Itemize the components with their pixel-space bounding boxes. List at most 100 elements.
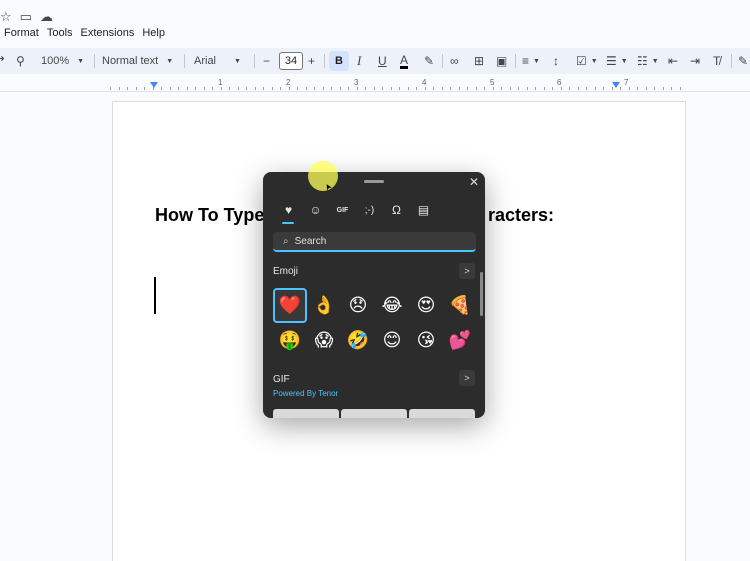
emoji-two-hearts[interactable]: 💕 (443, 323, 477, 358)
ruler-tick (144, 87, 145, 90)
gif-thumbnail[interactable] (273, 409, 339, 418)
increase-font-size-button[interactable]: + (308, 48, 315, 74)
ruler-tick (645, 87, 647, 90)
align-button[interactable]: ≡ ▼ (522, 48, 540, 74)
gif-thumbnail[interactable] (409, 409, 475, 418)
font-select[interactable]: Arial ▼ (194, 48, 241, 74)
emoji-rofl[interactable]: 🤣 (341, 323, 375, 358)
ruler-tick (271, 87, 273, 90)
bold-button[interactable]: B (329, 48, 349, 74)
emoji-money-mouth[interactable]: 🤑 (273, 323, 307, 358)
ruler-tick (611, 87, 613, 90)
ruler-tick (212, 87, 213, 90)
ruler[interactable]: 1 2 3 4 5 6 7 (110, 78, 690, 92)
ruler-tick (169, 87, 171, 90)
decrease-indent-button[interactable]: ⇤ (668, 48, 678, 74)
clear-formatting-button[interactable]: T̸ (713, 48, 720, 74)
ruler-tick (135, 87, 137, 90)
zoom-select[interactable]: 100% ▼ (41, 48, 84, 74)
star-icon[interactable]: ☆ (0, 8, 12, 26)
ruler-number: 6 (557, 78, 562, 87)
ruler-number: 1 (218, 78, 223, 87)
menu-format[interactable]: Format (0, 25, 43, 43)
folder-icon[interactable]: ▭ (20, 8, 32, 26)
emoji-pizza[interactable]: 🍕 (443, 288, 477, 323)
document-heading-end[interactable]: racters: (488, 205, 554, 226)
divider (515, 54, 516, 68)
chevron-down-icon: ▼ (166, 57, 174, 65)
align-left-icon: ≡ (522, 54, 530, 68)
font-size-input[interactable]: 34 (279, 48, 303, 74)
cloud-icon[interactable]: ☁ (40, 8, 53, 26)
kaomoji-icon[interactable]: ;-) (356, 200, 383, 220)
emoji-kiss[interactable]: 😘 (409, 323, 443, 358)
ruler-number: 4 (422, 78, 427, 87)
ruler-tick (467, 87, 468, 90)
symbols-icon[interactable]: Ω (383, 200, 410, 220)
ruler-tick (399, 87, 400, 90)
highlight-color-button[interactable]: ✎ (424, 48, 434, 74)
drag-handle[interactable] (364, 180, 384, 183)
ruler-tick (314, 87, 315, 90)
ruler-tick (305, 87, 307, 90)
style-select[interactable]: Normal text ▼ (102, 48, 173, 74)
link-icon: ∞ (450, 54, 459, 68)
chevron-down-icon: ▼ (533, 57, 540, 65)
menu-extensions[interactable]: Extensions (77, 25, 139, 43)
emoji-search-input[interactable]: ⌕ Search (273, 232, 476, 252)
emoji-section-arrow[interactable]: > (459, 263, 475, 279)
spellcheck-icon[interactable]: ↱ (0, 48, 6, 74)
heart-icon[interactable]: ♥ (275, 200, 302, 224)
italic-button[interactable]: I (357, 48, 361, 74)
plus-icon: + (308, 54, 316, 68)
ruler-number: 5 (490, 78, 495, 87)
numbered-list-icon: ☷ (637, 54, 648, 68)
ruler-tick (603, 87, 604, 90)
document-heading[interactable]: How To Type (155, 205, 264, 226)
emoji-ok-hand[interactable]: 👌 (307, 288, 341, 323)
emoji-tears-of-joy[interactable]: 😂 (375, 288, 409, 323)
checklist-button[interactable]: ☑ ▼ (576, 48, 598, 74)
text-color-button[interactable]: A (400, 48, 409, 74)
powered-by-tenor-link[interactable]: Powered By Tenor (273, 389, 338, 398)
left-indent-marker[interactable] (150, 82, 158, 88)
bulleted-list-button[interactable]: ☰ ▼ (606, 48, 628, 74)
insert-link-button[interactable]: ∞ (450, 48, 459, 74)
gif-icon[interactable]: GIF (329, 200, 356, 220)
chevron-down-icon: ▼ (651, 57, 659, 65)
right-indent-marker[interactable] (612, 82, 620, 88)
ruler-tick (671, 87, 672, 90)
ruler-tick (178, 87, 179, 90)
insert-comment-button[interactable]: ⊞ (474, 48, 484, 74)
underline-button[interactable]: U (378, 48, 387, 74)
emoji-smiling[interactable]: 😊 (375, 323, 409, 358)
emoji-panel-tabs: ♥ ☺ GIF ;-) Ω ▤ (275, 200, 437, 224)
menu-help[interactable]: Help (138, 25, 169, 43)
ruler-tick (331, 87, 332, 90)
text-cursor (154, 277, 156, 314)
emoji-screaming[interactable]: 😱 (307, 323, 341, 358)
menu-tools[interactable]: Tools (43, 25, 77, 43)
clipboard-icon[interactable]: ▤ (410, 200, 437, 220)
numbered-list-button[interactable]: ☷ ▼ (637, 48, 659, 74)
gif-thumbnail[interactable] (341, 409, 407, 418)
line-spacing-button[interactable]: ↕ (553, 48, 559, 74)
smiley-icon[interactable]: ☺ (302, 200, 329, 220)
emoji-heart-eyes[interactable]: 😍 (409, 288, 443, 323)
paint-format-icon[interactable]: ⚲ (16, 48, 25, 74)
emoji-section-title: Emoji (273, 266, 299, 277)
minus-icon: − (263, 54, 271, 68)
checklist-icon: ☑ (576, 54, 587, 68)
emoji-panel-scrollbar[interactable] (480, 272, 483, 316)
increase-indent-button[interactable]: ⇥ (690, 48, 700, 74)
chevron-down-icon: ▼ (590, 57, 598, 65)
close-icon[interactable]: ✕ (469, 175, 479, 189)
gif-section-arrow[interactable]: > (459, 370, 475, 386)
ruler-tick (509, 87, 511, 90)
google-docs-window: ☆ ▭ ☁ Format Tools Extensions Help ↱ ⚲ 1… (0, 0, 750, 561)
editing-mode-button[interactable]: ✎ (738, 48, 748, 74)
emoji-disappointed[interactable]: 😞 (341, 288, 375, 323)
decrease-font-size-button[interactable]: − (263, 48, 270, 74)
insert-image-button[interactable]: ▣ (496, 48, 507, 74)
emoji-red-heart[interactable]: ❤️ (273, 288, 307, 323)
